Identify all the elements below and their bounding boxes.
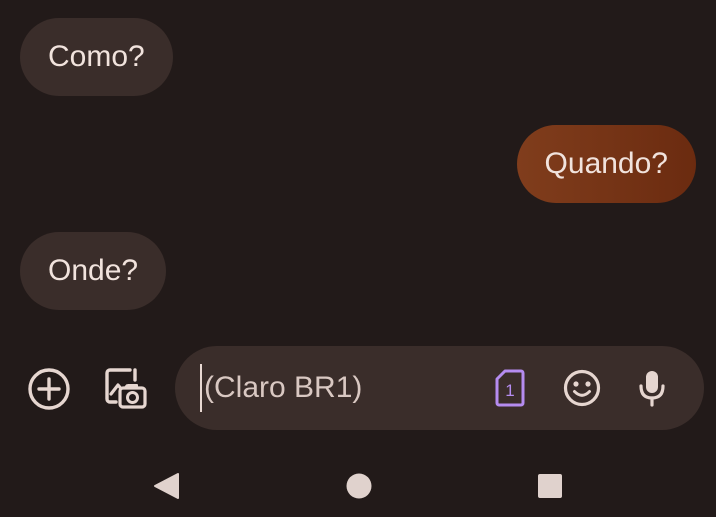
compose-field[interactable]: (Claro BR1) 1 xyxy=(175,346,704,430)
gallery-button[interactable] xyxy=(96,360,154,418)
message-input[interactable]: (Claro BR1) xyxy=(204,346,362,430)
message-bubble-incoming[interactable]: Como? xyxy=(20,18,173,96)
message-text: Onde? xyxy=(48,254,139,287)
message-text: Como? xyxy=(48,40,145,73)
nav-recents-button[interactable] xyxy=(525,461,575,511)
message-bubble-incoming[interactable]: Onde? xyxy=(20,232,167,310)
voice-input-button[interactable] xyxy=(630,366,674,410)
sim-card-icon: 1 xyxy=(495,369,525,407)
sim-select-button[interactable]: 1 xyxy=(490,367,530,409)
emoji-icon xyxy=(563,369,601,407)
nav-home-button[interactable] xyxy=(334,461,384,511)
add-attachment-button[interactable] xyxy=(22,362,76,416)
emoji-button[interactable] xyxy=(560,366,604,410)
nav-recents-icon xyxy=(538,474,562,498)
message-bubble-outgoing[interactable]: Quando? xyxy=(516,125,696,203)
text-cursor xyxy=(200,364,202,412)
compose-bar: (Claro BR1) 1 xyxy=(0,344,716,434)
nav-home-icon xyxy=(346,473,372,499)
navigation-bar xyxy=(0,455,716,517)
message-text: Quando? xyxy=(544,147,668,180)
microphone-icon xyxy=(639,371,665,407)
add-circle-icon xyxy=(28,368,70,410)
sim-slot-number: 1 xyxy=(505,381,514,400)
nav-back-button[interactable] xyxy=(141,461,191,511)
nav-back-icon xyxy=(154,473,179,499)
gallery-camera-icon xyxy=(105,368,147,409)
